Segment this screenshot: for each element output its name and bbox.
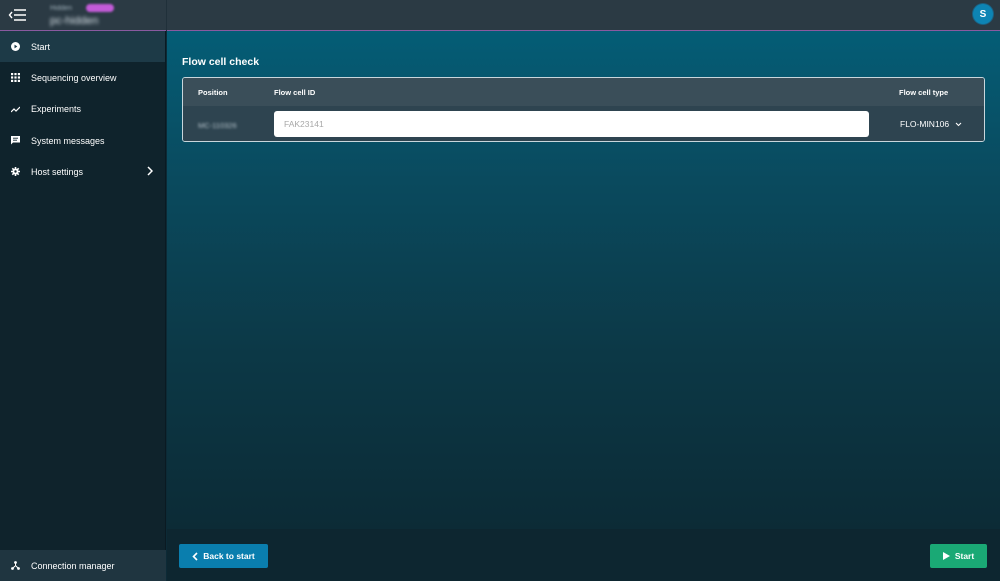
host-badge <box>86 4 114 12</box>
table-row: MC-110326 FLO-MIN106 <box>183 106 984 141</box>
column-header-flow-cell-id: Flow cell ID <box>274 88 316 97</box>
footer-bar: Back to start Start <box>167 529 1000 581</box>
host-label: Hidden <box>50 5 73 12</box>
flow-cell-table: Position Flow cell ID Flow cell type MC-… <box>182 77 985 142</box>
host-name: pc-hidden <box>50 15 99 27</box>
play-icon <box>942 552 950 560</box>
chevron-left-icon <box>192 551 198 561</box>
table-header: Position Flow cell ID Flow cell type <box>183 78 984 106</box>
column-header-position: Position <box>198 88 228 97</box>
gear-icon <box>11 167 20 177</box>
connection-manager-button[interactable]: Connection manager <box>0 550 166 581</box>
column-header-flow-cell-type: Flow cell type <box>899 88 949 97</box>
flow-cell-type-select[interactable]: FLO-MIN106 <box>900 119 962 129</box>
connection-manager-label: Connection manager <box>31 560 115 571</box>
grid-icon <box>11 73 20 83</box>
back-to-start-button[interactable]: Back to start <box>179 544 268 568</box>
sidebar-item-host-settings[interactable]: Host settings <box>0 156 165 187</box>
message-icon <box>11 136 20 145</box>
main-content: Flow cell check Position Flow cell ID Fl… <box>167 31 1000 529</box>
sidebar: Start Sequencing overview Experiments Sy… <box>0 31 166 581</box>
menu-collapse-icon[interactable] <box>8 8 28 22</box>
sidebar-item-sequencing-overview[interactable]: Sequencing overview <box>0 62 165 93</box>
play-circle-icon <box>11 42 20 52</box>
trend-icon <box>11 105 20 114</box>
sidebar-item-label: System messages <box>31 135 105 146</box>
sidebar-item-label: Start <box>31 41 51 52</box>
flow-cell-id-input[interactable] <box>274 111 869 137</box>
page-title: Flow cell check <box>182 56 260 68</box>
user-avatar[interactable]: S <box>973 4 993 24</box>
position-value: MC-110326 <box>198 121 237 130</box>
chevron-down-icon <box>955 122 962 126</box>
sidebar-item-system-messages[interactable]: System messages <box>0 125 165 156</box>
sidebar-item-experiments[interactable]: Experiments <box>0 94 165 125</box>
flow-cell-type-value: FLO-MIN106 <box>900 119 950 129</box>
back-to-start-label: Back to start <box>203 551 255 561</box>
network-icon <box>11 561 20 570</box>
chevron-right-icon <box>147 166 153 176</box>
top-bar: Hidden pc-hidden S <box>0 0 1000 31</box>
sidebar-item-label: Host settings <box>31 166 84 177</box>
start-button[interactable]: Start <box>930 544 987 568</box>
start-label: Start <box>954 551 975 561</box>
sidebar-item-start[interactable]: Start <box>0 31 165 63</box>
sidebar-item-label: Experiments <box>31 104 82 115</box>
topbar-divider <box>166 0 167 31</box>
sidebar-item-label: Sequencing overview <box>31 72 117 83</box>
